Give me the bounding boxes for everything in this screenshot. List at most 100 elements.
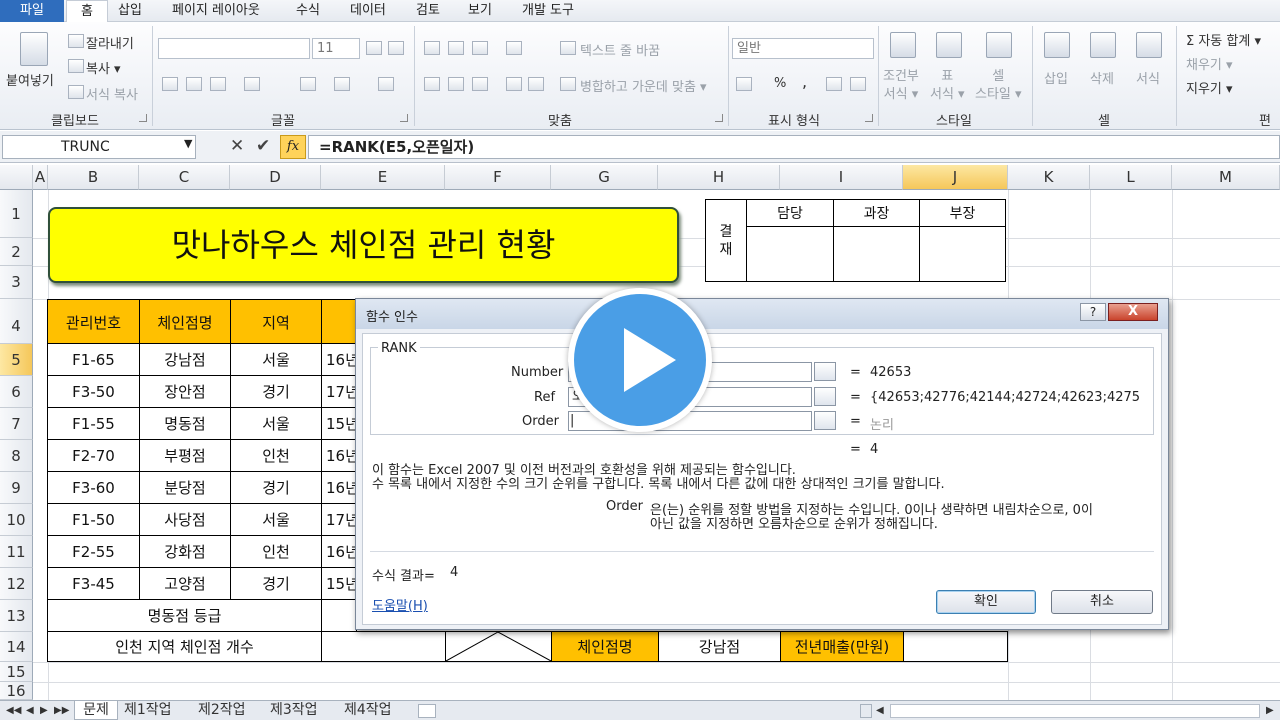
help-link[interactable]: 도움말(H): [372, 595, 428, 614]
name-box[interactable]: TRUNC: [2, 135, 196, 159]
last-sheet-icon[interactable]: ▶▶: [54, 701, 69, 720]
wrap-text-button[interactable]: 텍스트 줄 바꿈: [580, 40, 660, 59]
column-header-k[interactable]: K: [1008, 165, 1090, 190]
format-painter-button[interactable]: 서식 복사: [86, 84, 138, 103]
column-header-g[interactable]: G: [551, 165, 658, 190]
cell-region[interactable]: 서울: [230, 343, 322, 376]
cell-region[interactable]: 경기: [230, 471, 322, 504]
row-header-14[interactable]: 14: [0, 632, 33, 662]
approval-sign-manager[interactable]: [833, 226, 920, 282]
cell-region[interactable]: 인천: [230, 439, 322, 472]
menu-tab-insert[interactable]: 삽입: [118, 0, 142, 22]
row-header-5[interactable]: 5: [0, 344, 33, 376]
increase-decimal-icon[interactable]: [826, 77, 842, 91]
font-size-combo[interactable]: 11: [312, 38, 360, 59]
clipboard-launcher-icon[interactable]: [139, 114, 147, 122]
collapse-dialog-icon[interactable]: [814, 387, 836, 406]
enter-formula-icon[interactable]: ✔: [256, 136, 270, 156]
dialog-close-button[interactable]: X: [1108, 303, 1158, 321]
align-bottom-icon[interactable]: [472, 41, 488, 55]
align-middle-icon[interactable]: [448, 41, 464, 55]
cell-open-date[interactable]: 17년: [321, 503, 357, 536]
row-header-1b[interactable]: 1: [0, 190, 33, 238]
table-format-button[interactable]: 표 서식 ▾: [930, 68, 965, 104]
next-sheet-icon[interactable]: ▶: [40, 701, 48, 720]
header-region[interactable]: 지역: [230, 299, 322, 345]
cut-icon[interactable]: [68, 34, 84, 48]
cell-open-date[interactable]: 17년: [321, 375, 357, 408]
name-box-dropdown-icon[interactable]: ▼: [184, 137, 192, 150]
dialog-titlebar[interactable]: [356, 299, 1168, 329]
bold-icon[interactable]: [162, 77, 178, 91]
cell-open-date[interactable]: 16년: [321, 343, 357, 376]
row14-label[interactable]: 인천 지역 체인점 개수: [47, 631, 322, 662]
fill-color-icon[interactable]: [300, 77, 316, 91]
row14-value[interactable]: [321, 631, 446, 662]
cell-store[interactable]: 부평점: [139, 439, 231, 472]
clear-button[interactable]: 지우기 ▾: [1186, 78, 1233, 97]
row-header-3[interactable]: 3: [0, 266, 33, 299]
row-header-16[interactable]: 16: [0, 682, 33, 700]
row-header-2[interactable]: 2: [0, 238, 33, 266]
new-sheet-icon[interactable]: [418, 704, 436, 718]
column-header-b[interactable]: B: [48, 165, 139, 190]
collapse-dialog-icon[interactable]: [814, 411, 836, 430]
decrease-decimal-icon[interactable]: [850, 77, 866, 91]
phonetic-icon[interactable]: [378, 77, 394, 91]
paste-button[interactable]: 붙여넣기: [6, 70, 54, 89]
sheet-title[interactable]: 맛나하우스 체인점 관리 현황: [48, 207, 679, 283]
sheet-tab-work2[interactable]: 제2작업: [198, 701, 246, 720]
cell-open-date[interactable]: 16년: [321, 439, 357, 472]
row-header-15[interactable]: 15: [0, 662, 33, 682]
header-id[interactable]: 관리번호: [47, 299, 140, 345]
menu-tab-review[interactable]: 검토: [416, 0, 440, 22]
row-header-9[interactable]: 9: [0, 472, 33, 504]
cell-region[interactable]: 서울: [230, 503, 322, 536]
font-name-combo[interactable]: [158, 38, 310, 59]
select-all-corner[interactable]: [0, 165, 33, 190]
cell-store[interactable]: 강남점: [139, 343, 231, 376]
cell-store[interactable]: 분당점: [139, 471, 231, 504]
format-cells-icon[interactable]: [1136, 32, 1162, 58]
align-left-icon[interactable]: [424, 77, 440, 91]
underline-icon[interactable]: [210, 77, 226, 91]
row13-label[interactable]: 명동점 등급: [47, 599, 322, 632]
cell-region[interactable]: 인천: [230, 535, 322, 568]
cell-id[interactable]: F3-60: [47, 471, 140, 504]
insert-cells-icon[interactable]: [1044, 32, 1070, 58]
cell-store[interactable]: 사당점: [139, 503, 231, 536]
cell-id[interactable]: F3-50: [47, 375, 140, 408]
cell-store[interactable]: 장안점: [139, 375, 231, 408]
menu-tab-page-layout[interactable]: 페이지 레이아웃: [172, 0, 260, 22]
cell-id[interactable]: F1-55: [47, 407, 140, 440]
cell-style-button[interactable]: 셀 스타일 ▾: [975, 68, 1022, 104]
header-store[interactable]: 체인점명: [139, 299, 231, 345]
column-header-f[interactable]: F: [445, 165, 551, 190]
conditional-format-icon[interactable]: [890, 32, 916, 58]
cell-open-date[interactable]: 15년: [321, 567, 357, 600]
insert-function-button[interactable]: fx: [280, 135, 306, 159]
alignment-launcher-icon[interactable]: [715, 114, 723, 122]
menu-file[interactable]: 파일: [0, 0, 64, 22]
copy-button[interactable]: 복사 ▾: [86, 58, 121, 77]
row14-i[interactable]: 전년매출(만원): [780, 631, 904, 662]
column-header-i[interactable]: I: [780, 165, 903, 190]
prev-sheet-icon[interactable]: ◀: [26, 701, 34, 720]
row-header-12[interactable]: 12: [0, 568, 33, 600]
row14-h[interactable]: 강남점: [658, 631, 781, 662]
cell-store[interactable]: 고양점: [139, 567, 231, 600]
dialog-help-button[interactable]: ?: [1080, 303, 1106, 321]
column-header-j[interactable]: J: [903, 165, 1008, 190]
increase-indent-icon[interactable]: [528, 77, 544, 91]
row14-g[interactable]: 체인점명: [551, 631, 659, 662]
cut-button[interactable]: 잘라내기: [86, 33, 134, 52]
column-header-m[interactable]: M: [1172, 165, 1280, 190]
menu-tab-data[interactable]: 데이터: [350, 0, 386, 22]
fill-button[interactable]: 채우기 ▾: [1186, 54, 1233, 73]
cell-open-date[interactable]: 15년: [321, 407, 357, 440]
number-format-combo[interactable]: 일반: [732, 38, 874, 59]
paste-icon[interactable]: [20, 32, 48, 66]
cell-id[interactable]: F1-65: [47, 343, 140, 376]
cell-open-date[interactable]: 16년: [321, 471, 357, 504]
cancel-button[interactable]: 취소: [1051, 590, 1153, 614]
